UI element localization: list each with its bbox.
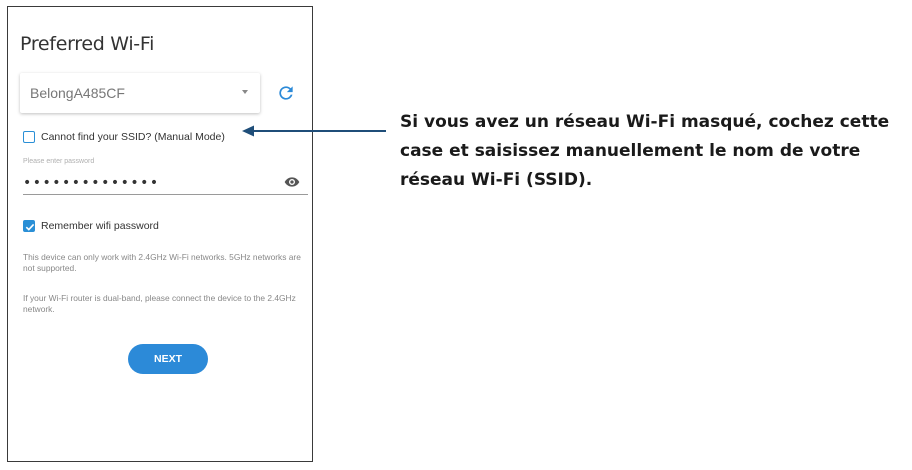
eye-icon[interactable] — [284, 176, 300, 188]
caret-down-icon — [242, 90, 248, 94]
manual-mode-label: Cannot find your SSID? (Manual Mode) — [41, 131, 225, 143]
remember-password-row[interactable]: Remember wifi password — [23, 220, 159, 232]
frequency-note: This device can only work with 2.4GHz Wi… — [23, 252, 301, 273]
password-hint: Please enter password — [23, 158, 95, 165]
remember-password-checkbox[interactable] — [23, 220, 35, 232]
annotation-arrow — [242, 125, 386, 137]
dual-band-note: If your Wi-Fi router is dual-band, pleas… — [23, 293, 296, 314]
check-icon — [25, 223, 35, 231]
ssid-dropdown-value: BelongA485CF — [30, 85, 125, 101]
remember-password-label: Remember wifi password — [41, 220, 159, 232]
page-title: Preferred Wi-Fi — [20, 33, 155, 55]
ssid-dropdown[interactable]: BelongA485CF — [20, 73, 260, 113]
manual-mode-checkbox-row[interactable]: Cannot find your SSID? (Manual Mode) — [23, 131, 225, 143]
annotation-text: Si vous avez un réseau Wi-Fi masqué, coc… — [400, 112, 890, 190]
password-field[interactable] — [23, 171, 308, 195]
manual-mode-checkbox[interactable] — [23, 131, 35, 143]
stage: Preferred Wi-Fi BelongA485CF Cannot find… — [0, 0, 912, 470]
next-button[interactable]: NEXT — [128, 344, 208, 374]
phone-screen: Preferred Wi-Fi BelongA485CF Cannot find… — [7, 6, 313, 462]
refresh-icon[interactable] — [276, 83, 296, 103]
